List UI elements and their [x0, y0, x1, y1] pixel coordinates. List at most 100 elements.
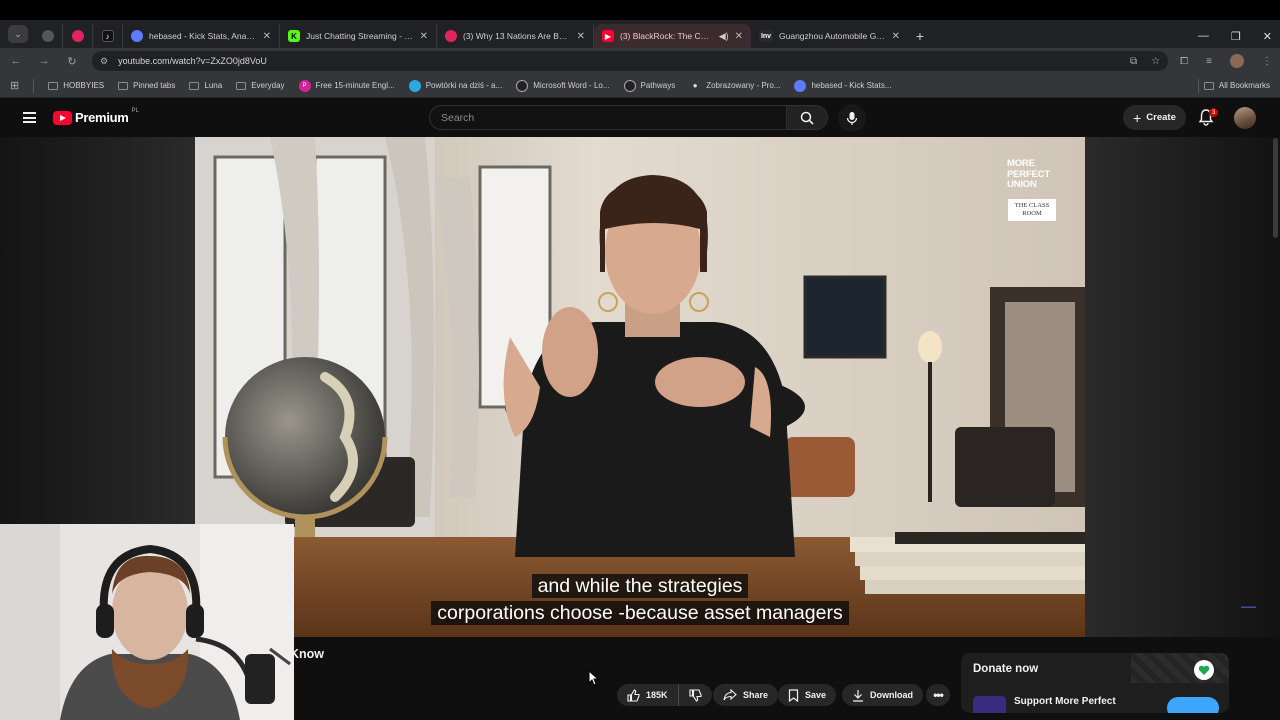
- dislike-button[interactable]: [679, 684, 712, 706]
- search-input[interactable]: Search: [429, 105, 787, 130]
- like-button[interactable]: 185K: [617, 684, 679, 706]
- bookmark-pinned-tabs[interactable]: Pinned tabs: [118, 81, 175, 90]
- tab-kick-stats[interactable]: hebased - Kick Stats, Analytics a ✕: [123, 24, 280, 48]
- more-horizontal-icon: •••: [933, 688, 944, 702]
- subscribe-watermark-icon: ▬▬▬: [1241, 604, 1256, 610]
- close-icon[interactable]: ✕: [735, 31, 743, 42]
- address-bar[interactable]: ⚙ youtube.com/watch?v=ZxZO0jd8VoU ⧉ ☆: [92, 51, 1169, 71]
- bookmark-hobbyies[interactable]: HOBBYIES: [48, 81, 104, 90]
- tab-guangzhou-automobile[interactable]: Inv Guangzhou Automobile Group ✕: [751, 24, 908, 48]
- close-icon[interactable]: ✕: [263, 31, 271, 42]
- folder-icon: [189, 81, 200, 90]
- close-icon[interactable]: ✕: [577, 31, 585, 42]
- the-classroom-badge: THE CLASS ROOM: [1008, 199, 1056, 221]
- badge-line: THE CLASS: [1014, 202, 1050, 209]
- save-label: Save: [805, 690, 827, 700]
- bookmark-zobrazowany[interactable]: ● Zobrazowany - Pro...: [689, 80, 781, 92]
- download-button[interactable]: Download: [842, 684, 923, 706]
- reload-icon[interactable]: ↻: [64, 55, 80, 68]
- tab-search-button[interactable]: ⌄: [8, 25, 28, 43]
- tab-youtube-blackrock[interactable]: ▶ (3) BlackRock: The Conspir ◀) ✕: [594, 24, 751, 48]
- bookmark-microsoft-word[interactable]: Microsoft Word - Lo...: [516, 79, 610, 92]
- bookmark-luna[interactable]: Luna: [189, 81, 222, 90]
- bookmark-icon: [788, 688, 799, 702]
- bookmark-kick-stats[interactable]: hebased - Kick Stats...: [794, 79, 892, 92]
- account-avatar[interactable]: [1234, 107, 1256, 129]
- save-button[interactable]: Save: [778, 684, 837, 706]
- more-perfect-union-logo: MORE PERFECT UNION: [1007, 158, 1059, 191]
- pinned-tab-2[interactable]: [63, 24, 93, 48]
- page-scrollbar[interactable]: [1273, 138, 1278, 238]
- search-button[interactable]: [786, 105, 828, 130]
- folder-icon: [236, 81, 247, 90]
- speaker-icon[interactable]: ◀): [719, 31, 729, 42]
- back-icon[interactable]: ←: [8, 55, 24, 67]
- tab-title: Guangzhou Automobile Group: [779, 31, 886, 41]
- donate-banner-pattern: [1131, 653, 1229, 683]
- share-label: Share: [743, 690, 769, 700]
- bookmark-everyday[interactable]: Everyday: [236, 81, 285, 90]
- apps-grid-icon[interactable]: ⊞: [10, 79, 19, 92]
- video-player[interactable]: MORE PERFECT UNION THE CLASS ROOM and wh…: [195, 137, 1085, 637]
- youtube-play-icon: [53, 110, 72, 125]
- menu-kebab-icon[interactable]: ⋮: [1262, 56, 1272, 67]
- tab-kick-just-chatting[interactable]: K Just Chatting Streaming - Live S ✕: [280, 24, 437, 48]
- site-info-icon[interactable]: ⚙: [100, 56, 108, 67]
- bookmark-label: Free 15-minute Engl...: [315, 81, 395, 90]
- like-dislike-group: 185K: [617, 684, 712, 706]
- bookmark-label: Everyday: [251, 81, 285, 90]
- voice-search-button[interactable]: [838, 104, 866, 132]
- close-icon[interactable]: ✕: [420, 31, 428, 42]
- bookmark-label: HOBBYIES: [63, 81, 105, 90]
- close-window-icon[interactable]: ✕: [1263, 30, 1272, 43]
- donate-heart-icon: [1194, 660, 1214, 680]
- share-button[interactable]: Share: [713, 684, 779, 706]
- donate-button[interactable]: [1167, 697, 1219, 713]
- bookmark-preply[interactable]: P Free 15-minute Engl...: [298, 79, 395, 92]
- streamer-webcam-overlay: [0, 524, 294, 720]
- minimize-icon[interactable]: —: [1198, 30, 1209, 42]
- bookmark-label: Pathways: [640, 81, 676, 90]
- download-action: Download: [842, 684, 923, 706]
- menu-hamburger-icon[interactable]: [23, 112, 36, 123]
- globe-icon: [516, 79, 529, 92]
- divider: [1197, 78, 1199, 93]
- new-tab-button[interactable]: +: [908, 24, 932, 48]
- create-label: Create: [1146, 112, 1176, 123]
- plus-icon: +: [1133, 109, 1142, 126]
- bookmark-pathways[interactable]: Pathways: [623, 79, 676, 92]
- bookmark-star-icon[interactable]: ☆: [1151, 56, 1160, 67]
- tab-youtube-13-nations[interactable]: (3) Why 13 Nations Are Buildin ✕: [437, 24, 594, 48]
- donate-title: Donate now: [973, 663, 1039, 675]
- more-actions-button[interactable]: •••: [926, 684, 950, 706]
- close-icon[interactable]: ✕: [892, 31, 900, 42]
- create-button[interactable]: + Create: [1123, 105, 1186, 130]
- youtube-icon: ▶: [602, 30, 614, 42]
- window-controls: — ❐ ✕: [1198, 24, 1280, 48]
- caption-line-2: corporations choose -because asset manag…: [195, 601, 1085, 625]
- pinned-tab-3[interactable]: ♪: [93, 24, 123, 48]
- bookmark-label: Microsoft Word - Lo...: [533, 81, 610, 90]
- forward-icon[interactable]: →: [36, 55, 52, 67]
- kick-stats-icon: [131, 30, 143, 42]
- pinned-tab-1[interactable]: [33, 24, 63, 48]
- bookmark-label: Zobrazowany - Pro...: [706, 81, 781, 90]
- tab-title: Just Chatting Streaming - Live S: [306, 31, 414, 41]
- extensions-icon[interactable]: ⧠: [1180, 56, 1188, 67]
- bookmark-label: Pinned tabs: [133, 81, 176, 90]
- restore-icon[interactable]: ❐: [1231, 30, 1241, 43]
- search-icon: [800, 111, 814, 125]
- organization-logo: [973, 696, 1006, 713]
- youtube-premium-logo[interactable]: Premium PL: [53, 108, 139, 125]
- globe-icon: [41, 30, 54, 42]
- download-icon: [853, 689, 863, 702]
- bookmark-anki[interactable]: Powtórki na dziś - a...: [408, 79, 502, 92]
- all-bookmarks[interactable]: All Bookmarks: [1197, 78, 1270, 93]
- install-app-icon[interactable]: ⧉: [1130, 56, 1137, 67]
- like-count: 185K: [646, 690, 668, 700]
- kick-stats-icon: [794, 79, 807, 92]
- badge-line: ROOM: [1022, 210, 1042, 217]
- tab-cast-icon[interactable]: ≡: [1206, 56, 1212, 67]
- profile-avatar-icon[interactable]: [1230, 54, 1244, 68]
- country-code: PL: [131, 108, 139, 114]
